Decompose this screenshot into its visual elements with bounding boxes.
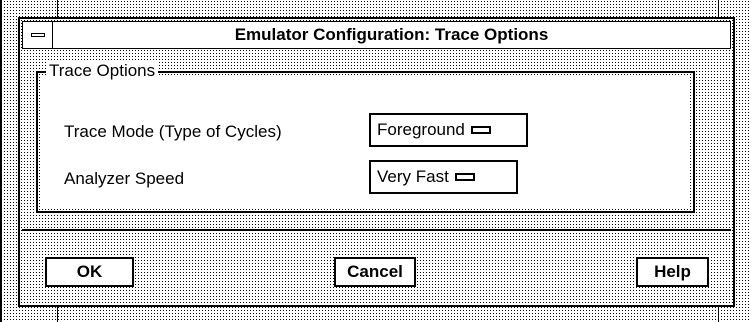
window-menu-button[interactable] [23,22,53,48]
background-edge-line [718,307,719,322]
analyzer-speed-value: Very Fast [377,167,449,186]
option-menu-indicator-icon [470,126,491,134]
window-menu-icon [30,33,45,37]
cancel-button[interactable]: Cancel [334,257,416,287]
trace-mode-label: Trace Mode (Type of Cycles) [64,122,282,141]
dialog-content: Trace Options Trace Mode (Type of Cycles… [22,51,731,303]
analyzer-speed-label: Analyzer Speed [64,169,185,188]
background-edge-line [57,0,58,17]
ok-button[interactable]: OK [45,257,134,287]
button-separator [22,229,731,231]
trace-mode-value: Foreground [377,120,465,139]
trace-options-group: Trace Options Trace Mode (Type of Cycles… [36,61,695,213]
trace-mode-option-menu[interactable]: Foreground [369,113,528,147]
background-edge-line [718,0,719,17]
background-edge-line [57,307,58,322]
title-bar[interactable]: Emulator Configuration: Trace Options [22,21,731,49]
analyzer-speed-option-menu[interactable]: Very Fast [369,160,518,194]
window-title: Emulator Configuration: Trace Options [234,25,549,44]
background-edge-line [0,0,2,322]
help-button[interactable]: Help [636,257,709,287]
group-title: Trace Options [46,61,159,81]
dialog-window: Emulator Configuration: Trace Options Tr… [18,17,735,307]
option-menu-indicator-icon [454,173,475,181]
